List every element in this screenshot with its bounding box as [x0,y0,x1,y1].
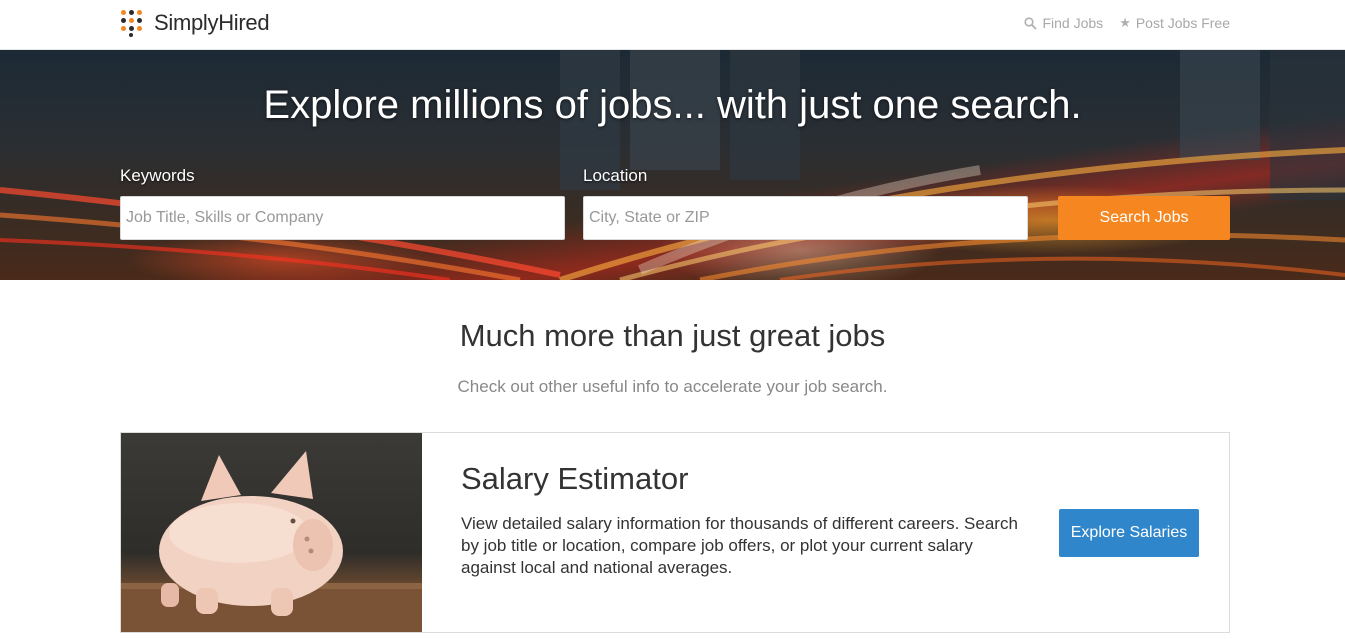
nav-post-jobs-label: Post Jobs Free [1135,15,1230,31]
location-label: Location [583,166,648,185]
hero-banner: Explore millions of jobs... with just on… [0,50,1345,280]
nav-post-jobs[interactable]: ★ Post Jobs Free [1119,15,1230,31]
card-description: View detailed salary information for tho… [461,514,1018,577]
salary-estimator-card: Salary Estimator View detailed salary in… [120,432,1230,633]
hero-headline: Explore millions of jobs... with just on… [263,83,1082,127]
logo-icon [120,9,148,37]
keywords-input[interactable] [120,196,565,240]
card-title: Salary Estimator [461,461,689,496]
location-input[interactable] [583,196,1028,240]
nav-find-jobs[interactable]: Find Jobs [1024,15,1103,31]
nav-find-jobs-label: Find Jobs [1042,15,1104,31]
explore-salaries-button[interactable]: Explore Salaries [1059,509,1199,557]
logo-text: SimplyHired [154,10,270,35]
site-header: SimplyHired Find Jobs ★ Post Jobs Free [0,0,1345,50]
search-icon [1024,16,1038,30]
logo[interactable]: SimplyHired [120,7,270,39]
section-subtitle: Check out other useful info to accelerat… [457,377,888,396]
search-jobs-button[interactable]: Search Jobs [1058,196,1230,240]
piggy-bank-image [121,433,422,632]
keywords-label: Keywords [120,166,195,185]
star-icon: ★ [1119,15,1131,30]
section-title: Much more than just great jobs [459,318,886,353]
top-nav: Find Jobs ★ Post Jobs Free [1024,15,1230,31]
